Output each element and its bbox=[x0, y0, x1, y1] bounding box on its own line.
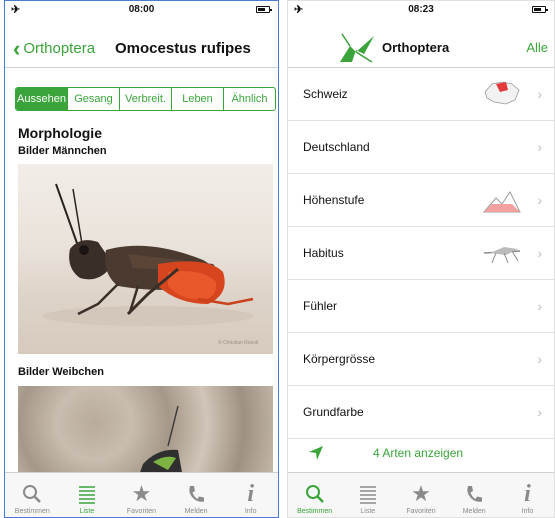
show-species-label: 4 Arten anzeigen bbox=[373, 446, 464, 460]
segmented-control: Aussehen Gesang Verbreit. Leben Ähnlich bbox=[15, 87, 276, 111]
tab-bar: Bestimmen Liste ★ Favoriten Melden i Inf… bbox=[5, 472, 278, 517]
tab-favoriten[interactable]: ★ Favoriten bbox=[394, 473, 447, 517]
tab-label: Info bbox=[521, 508, 534, 515]
tab-label: Favoriten bbox=[406, 508, 436, 515]
tab-label: Bestimmen bbox=[297, 508, 333, 515]
switzerland-map-icon bbox=[484, 81, 520, 105]
search-icon bbox=[304, 480, 326, 508]
battery-icon bbox=[256, 6, 272, 13]
phone-icon bbox=[185, 480, 207, 508]
tab-label: Favoriten bbox=[126, 508, 157, 515]
chevron-right-icon: › bbox=[537, 298, 542, 314]
filter-row-habitus[interactable]: Habitus › bbox=[288, 227, 554, 280]
tab-melden[interactable]: Melden bbox=[169, 473, 224, 517]
tab-liste[interactable]: Liste bbox=[60, 473, 115, 517]
habitus-grasshopper-icon bbox=[483, 247, 521, 264]
row-label: Höhenstufe bbox=[303, 193, 365, 207]
male-images-label: Bilder Männchen bbox=[18, 145, 107, 157]
filter-row-fuehler[interactable]: Fühler › bbox=[288, 280, 554, 333]
star-icon: ★ bbox=[411, 481, 431, 506]
filter-row-koerpergroesse[interactable]: Körpergrösse › bbox=[288, 333, 554, 386]
grasshopper-illustration: © Christian Roesti bbox=[43, 183, 258, 346]
chevron-right-icon: › bbox=[537, 86, 542, 102]
tab-info[interactable]: i Info bbox=[501, 473, 554, 517]
filter-list: Schweiz › Deutschland › Höhenstufe › Hab… bbox=[288, 68, 554, 439]
star-icon: ★ bbox=[131, 481, 152, 506]
tab-melden[interactable]: Melden bbox=[448, 473, 501, 517]
chevron-right-icon: › bbox=[537, 139, 542, 155]
tab-bar: Bestimmen Liste ★ Favoriten Melden i Inf… bbox=[288, 472, 554, 517]
altitude-mountain-icon bbox=[482, 191, 521, 213]
page-title: Omocestus rufipes bbox=[115, 40, 251, 57]
filter-row-deutschland[interactable]: Deutschland › bbox=[288, 121, 554, 174]
segment-verbreitung[interactable]: Verbreit. bbox=[119, 88, 171, 110]
filter-screen: ✈ 08:23 Orthoptera Alle Schweiz › Deutsc… bbox=[287, 0, 555, 518]
tab-favoriten[interactable]: ★ Favoriten bbox=[114, 473, 169, 517]
row-label: Habitus bbox=[303, 246, 344, 260]
search-icon bbox=[21, 480, 43, 508]
status-time: 08:00 bbox=[128, 4, 155, 15]
tab-label: Info bbox=[244, 508, 257, 515]
segment-aussehen[interactable]: Aussehen bbox=[16, 88, 67, 110]
show-species-button[interactable]: 4 Arten anzeigen bbox=[288, 438, 554, 468]
chevron-right-icon: › bbox=[537, 351, 542, 367]
navigation-bar: Orthoptera Alle bbox=[288, 18, 554, 68]
tab-bestimmen[interactable]: Bestimmen bbox=[288, 473, 341, 517]
navigation-bar: ‹ Orthoptera Omocestus rufipes bbox=[5, 18, 278, 68]
battery-icon bbox=[532, 6, 548, 13]
detail-screen: ✈ 08:00 ‹ Orthoptera Omocestus rufipes A… bbox=[4, 0, 279, 518]
back-button[interactable]: ‹ Orthoptera bbox=[13, 35, 96, 61]
tab-label: Melden bbox=[184, 508, 208, 515]
segment-gesang[interactable]: Gesang bbox=[67, 88, 119, 110]
tab-liste[interactable]: Liste bbox=[341, 473, 394, 517]
female-images-label: Bilder Weibchen bbox=[18, 366, 104, 378]
status-time: 08:23 bbox=[408, 4, 434, 15]
show-all-button[interactable]: Alle bbox=[526, 40, 548, 55]
tab-label: Melden bbox=[462, 508, 486, 515]
filter-row-grundfarbe[interactable]: Grundfarbe › bbox=[288, 386, 554, 439]
row-label: Grundfarbe bbox=[303, 405, 364, 419]
info-icon: i bbox=[247, 480, 254, 507]
chevron-right-icon: › bbox=[537, 192, 542, 208]
photo-credit: © Christian Roesti bbox=[218, 339, 258, 346]
female-grasshopper-photo[interactable] bbox=[18, 386, 273, 478]
tab-info[interactable]: i Info bbox=[223, 473, 278, 517]
location-arrow-icon bbox=[309, 446, 323, 460]
chevron-right-icon: › bbox=[537, 404, 542, 420]
row-label: Fühler bbox=[303, 299, 338, 313]
row-label: Körpergrösse bbox=[303, 352, 376, 366]
tab-label: Bestimmen bbox=[14, 508, 50, 515]
grasshopper-logo-icon bbox=[340, 33, 374, 63]
row-label: Schweiz bbox=[303, 87, 348, 101]
section-title: Morphologie bbox=[18, 125, 102, 141]
filter-row-schweiz[interactable]: Schweiz › bbox=[288, 68, 554, 121]
tab-label: Liste bbox=[360, 508, 376, 515]
phone-icon bbox=[463, 480, 485, 508]
segment-aehnlich[interactable]: Ähnlich bbox=[223, 88, 275, 110]
tab-label: Liste bbox=[79, 508, 95, 515]
chevron-left-icon: ‹ bbox=[13, 35, 21, 61]
list-icon bbox=[76, 480, 98, 508]
filter-row-hoehenstufe[interactable]: Höhenstufe › bbox=[288, 174, 554, 227]
back-label: Orthoptera bbox=[23, 40, 96, 57]
list-icon bbox=[357, 480, 379, 508]
info-icon: i bbox=[524, 480, 531, 507]
segment-leben[interactable]: Leben bbox=[171, 88, 223, 110]
status-bar: ✈ 08:00 bbox=[5, 1, 278, 18]
page-title: Orthoptera bbox=[382, 40, 450, 55]
chevron-right-icon: › bbox=[537, 245, 542, 261]
row-label: Deutschland bbox=[303, 140, 370, 154]
male-grasshopper-photo[interactable]: © Christian Roesti bbox=[18, 164, 273, 354]
grasshopper-illustration bbox=[138, 405, 183, 478]
status-bar: ✈ 08:23 bbox=[288, 1, 554, 18]
tab-bestimmen[interactable]: Bestimmen bbox=[5, 473, 60, 517]
